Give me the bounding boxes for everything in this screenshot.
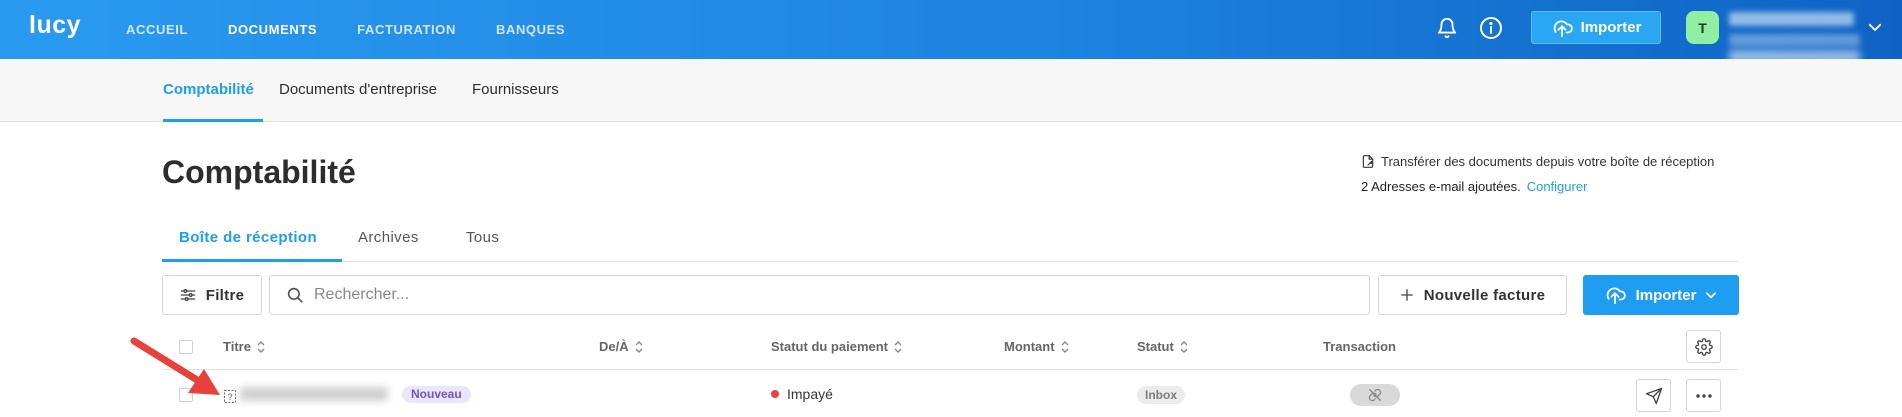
more-horizontal-icon bbox=[1695, 393, 1712, 398]
payment-status-label: Impayé bbox=[787, 386, 833, 402]
search-input[interactable] bbox=[314, 286, 1314, 304]
page-title: Comptabilité bbox=[162, 154, 356, 190]
send-icon bbox=[1645, 387, 1662, 404]
column-de-a-label: De/À bbox=[599, 339, 629, 354]
send-button[interactable] bbox=[1636, 379, 1671, 412]
annotation-arrow-icon bbox=[130, 337, 220, 395]
search-icon bbox=[287, 287, 303, 303]
sort-icon bbox=[1180, 340, 1188, 353]
subnav-fournisseurs[interactable]: Fournisseurs bbox=[472, 81, 559, 98]
configure-link[interactable]: Configurer bbox=[1527, 179, 1588, 194]
sliders-icon bbox=[180, 289, 196, 301]
top-bar: lucy ACCUEIL DOCUMENTS FACTURATION BANQU… bbox=[0, 0, 1902, 64]
tab-boite-de-reception[interactable]: Boîte de réception bbox=[179, 229, 317, 246]
column-transaction-label: Transaction bbox=[1323, 339, 1396, 354]
subnav-documents-entreprise[interactable]: Documents d'entreprise bbox=[279, 81, 437, 98]
main-nav: ACCUEIL DOCUMENTS FACTURATION BANQUES bbox=[126, 0, 605, 59]
tab-active-indicator bbox=[162, 259, 342, 262]
columns-settings-button[interactable] bbox=[1686, 330, 1721, 363]
column-statut[interactable]: Statut bbox=[1137, 339, 1188, 354]
transfer-info: Transférer des documents depuis votre bo… bbox=[1361, 154, 1714, 169]
logo[interactable]: lucy bbox=[29, 11, 81, 40]
unlink-icon bbox=[1368, 388, 1382, 402]
filter-button[interactable]: Filtre bbox=[162, 275, 262, 315]
bell-icon[interactable] bbox=[1433, 14, 1461, 42]
chevron-down-icon bbox=[1706, 292, 1717, 299]
new-badge: Nouveau bbox=[402, 386, 471, 403]
sort-icon bbox=[635, 340, 643, 353]
svg-text:?: ? bbox=[227, 392, 232, 402]
status-badge: Inbox bbox=[1137, 386, 1185, 404]
unknown-document-icon: ? bbox=[224, 390, 236, 403]
gear-icon bbox=[1694, 337, 1713, 356]
sort-icon bbox=[1061, 340, 1069, 353]
column-statut-paiement[interactable]: Statut du paiement bbox=[771, 339, 902, 354]
sort-icon bbox=[257, 340, 265, 353]
column-statut-paiement-label: Statut du paiement bbox=[771, 339, 889, 354]
tab-archives[interactable]: Archives bbox=[358, 229, 419, 246]
upload-cloud-icon bbox=[1553, 19, 1573, 37]
addresses-text: 2 Adresses e-mail ajoutées. bbox=[1361, 179, 1521, 194]
sort-icon bbox=[894, 340, 902, 353]
more-actions-button[interactable] bbox=[1686, 379, 1721, 412]
tab-tous[interactable]: Tous bbox=[466, 229, 499, 246]
transfer-text: Transférer des documents depuis votre bo… bbox=[1381, 154, 1715, 169]
chevron-down-icon[interactable] bbox=[1866, 18, 1884, 41]
nav-banques[interactable]: BANQUES bbox=[496, 22, 565, 37]
nav-documents[interactable]: DOCUMENTS bbox=[228, 22, 317, 37]
inbox-tabs: Boîte de réception Archives Tous bbox=[162, 226, 1739, 262]
table-row[interactable]: ? Nouveau Impayé Inbox bbox=[162, 371, 1739, 417]
transaction-link-button[interactable] bbox=[1350, 384, 1400, 406]
import-button[interactable]: Importer bbox=[1583, 275, 1739, 315]
avatar[interactable]: T bbox=[1686, 11, 1719, 44]
filter-label: Filtre bbox=[205, 286, 245, 304]
import-label: Importer bbox=[1635, 286, 1697, 304]
file-export-icon bbox=[1362, 155, 1374, 168]
info-icon[interactable] bbox=[1477, 14, 1505, 42]
column-titre-label: Titre bbox=[223, 339, 251, 354]
column-montant-label: Montant bbox=[1004, 339, 1055, 354]
payment-status: Impayé bbox=[771, 386, 833, 402]
top-import-label: Importer bbox=[1580, 19, 1642, 36]
upload-cloud-icon bbox=[1606, 287, 1626, 304]
subnav-active-indicator bbox=[163, 119, 263, 122]
new-invoice-label: Nouvelle facture bbox=[1423, 286, 1546, 304]
column-titre[interactable]: Titre bbox=[223, 339, 265, 354]
column-statut-label: Statut bbox=[1137, 339, 1174, 354]
column-montant[interactable]: Montant bbox=[1004, 339, 1069, 354]
addresses-info: 2 Adresses e-mail ajoutées. Configurer bbox=[1361, 179, 1587, 194]
document-title[interactable] bbox=[240, 387, 388, 401]
user-account-menu[interactable] bbox=[1729, 8, 1860, 64]
search-field[interactable] bbox=[269, 275, 1370, 315]
column-de-a[interactable]: De/À bbox=[599, 339, 643, 354]
plus-icon bbox=[1400, 289, 1413, 301]
nav-facturation[interactable]: FACTURATION bbox=[357, 22, 456, 37]
table-header: Titre De/À Statut du paiement Montant St… bbox=[162, 326, 1739, 370]
status-dot bbox=[771, 390, 779, 398]
nav-accueil[interactable]: ACCUEIL bbox=[126, 22, 188, 37]
subnav-comptabilite[interactable]: Comptabilité bbox=[163, 81, 254, 98]
new-invoice-button[interactable]: Nouvelle facture bbox=[1378, 275, 1567, 315]
top-import-button[interactable]: Importer bbox=[1531, 11, 1661, 44]
sub-nav: Comptabilité Documents d'entreprise Four… bbox=[0, 59, 1902, 122]
column-transaction: Transaction bbox=[1323, 339, 1396, 354]
